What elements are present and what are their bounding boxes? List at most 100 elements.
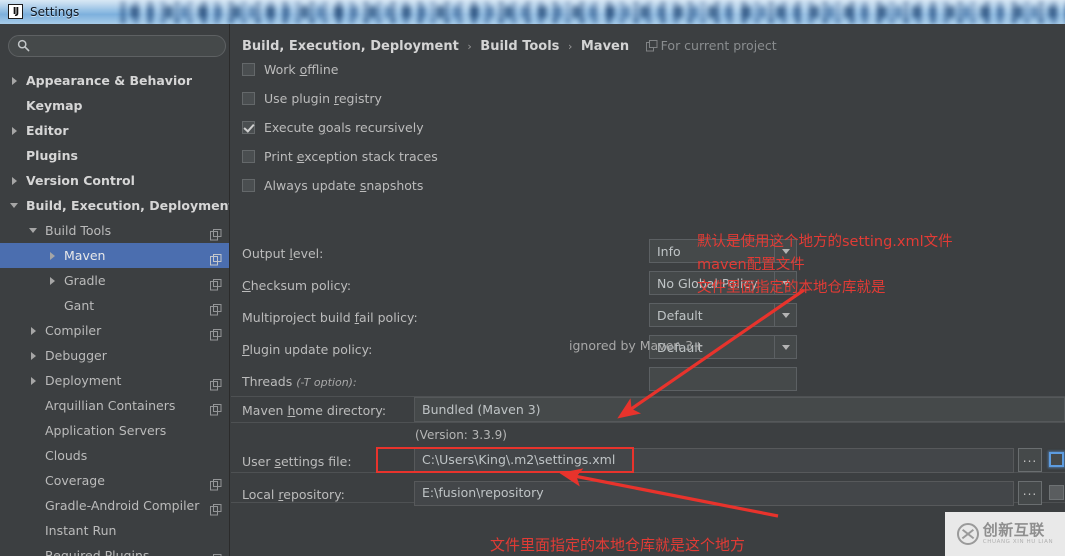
multiproject-fail-policy-value: Default [657, 307, 703, 323]
sidebar-item-label: Deployment [45, 373, 122, 388]
watermark-chinese: 创新互联 [982, 520, 1045, 539]
sidebar-item-version-control[interactable]: Version Control [0, 168, 229, 193]
sidebar-item-gradle-android-compiler[interactable]: Gradle-Android Compiler [0, 493, 229, 518]
breadcrumb-part-1[interactable]: Build, Execution, Deployment [242, 39, 459, 54]
user-settings-file-label: User settings file: [242, 454, 352, 469]
sidebar-item-label: Build, Execution, Deployment [26, 198, 230, 213]
checkbox-label: Always update snapshots [264, 178, 424, 193]
annotation-bottom-text: 文件里面指定的本地仓库就是这个地方 [490, 536, 746, 554]
copy-scope-icon [210, 474, 222, 491]
checkbox-execute-goals-recursively[interactable]: Execute goals recursively [242, 118, 424, 138]
sidebar-item-instant-run[interactable]: Instant Run [0, 518, 229, 543]
sidebar-item-label: Gradle [64, 273, 106, 288]
chevron-right-icon[interactable] [27, 318, 39, 343]
copy-scope-icon [210, 224, 222, 241]
copy-scope-icon [210, 374, 222, 391]
checkbox-use-plugin-registry[interactable]: Use plugin registry [242, 89, 382, 109]
checkbox-print-exception-stack-traces[interactable]: Print exception stack traces [242, 147, 438, 167]
maven-home-directory-combo[interactable]: Bundled (Maven 3) [414, 397, 1065, 422]
checkbox-checked-icon[interactable] [242, 121, 255, 134]
chevron-down-icon[interactable] [27, 218, 39, 243]
sidebar-item-deployment[interactable]: Deployment [0, 368, 229, 393]
breadcrumb: Build, Execution, Deployment › Build Too… [242, 38, 777, 54]
copy-scope-icon [210, 499, 222, 516]
breadcrumb-part-2[interactable]: Build Tools [480, 39, 559, 54]
chevron-right-icon[interactable] [46, 243, 58, 268]
sidebar-item-gant[interactable]: Gant [0, 293, 229, 318]
chevron-down-icon[interactable] [774, 336, 796, 358]
sidebar-item-label: Application Servers [45, 423, 167, 438]
scope-label: For current project [660, 38, 777, 53]
copy-scope-icon [210, 399, 222, 416]
multiproject-fail-policy-label: Multiproject build fail policy: [242, 310, 418, 325]
checkbox-unchecked-icon[interactable] [242, 92, 255, 105]
sidebar-item-debugger[interactable]: Debugger [0, 343, 229, 368]
sidebar-item-maven[interactable]: Maven [0, 243, 229, 268]
user-settings-override-checkbox[interactable] [1049, 452, 1064, 467]
plugin-update-policy-label: Plugin update policy: [242, 342, 373, 357]
chevron-down-icon[interactable] [8, 193, 20, 218]
sidebar-item-application-servers[interactable]: Application Servers [0, 418, 229, 443]
copy-scope-icon [645, 40, 658, 52]
chevron-right-icon[interactable] [8, 118, 20, 143]
sidebar-item-label: Plugins [26, 148, 78, 163]
chevron-right-icon[interactable] [8, 68, 20, 93]
checkbox-unchecked-icon[interactable] [242, 150, 255, 163]
sidebar-item-appearance-behavior[interactable]: Appearance & Behavior [0, 68, 229, 93]
watermark-text: 创新互联 CHUANG XIN HU LIAN [982, 520, 1054, 546]
sidebar-item-clouds[interactable]: Clouds [0, 443, 229, 468]
checkbox-unchecked-icon[interactable] [242, 63, 255, 76]
watermark: 创新互联 CHUANG XIN HU LIAN [945, 512, 1065, 556]
settings-dialog: IJ Settings Appearance & Behavior Keymap E… [0, 0, 1065, 556]
chevron-right-icon[interactable] [27, 343, 39, 368]
search-input[interactable] [8, 35, 226, 57]
sidebar-item-editor[interactable]: Editor [0, 118, 229, 143]
sidebar-item-coverage[interactable]: Coverage [0, 468, 229, 493]
chevron-right-icon[interactable] [46, 268, 58, 293]
sidebar-item-keymap[interactable]: Keymap [0, 93, 229, 118]
settings-category-tree[interactable]: Appearance & Behavior Keymap Editor Plugins… [0, 68, 230, 556]
sidebar-item-label: Clouds [45, 448, 88, 463]
sidebar-item-compiler[interactable]: Compiler [0, 318, 229, 343]
maven-version-text: (Version: 3.3.9) [415, 428, 507, 442]
sidebar-item-label: Coverage [45, 473, 105, 488]
chevron-right-icon[interactable] [27, 368, 39, 393]
sidebar-search[interactable] [8, 35, 226, 57]
local-repository-browse-button[interactable]: ... [1018, 481, 1042, 505]
checkbox-work-offline[interactable]: Work offline [242, 60, 338, 80]
checkbox-label: Execute goals recursively [264, 120, 424, 135]
breadcrumb-separator-icon-2: › [567, 40, 573, 53]
scope-indicator: For current project [645, 38, 777, 53]
breadcrumb-part-3[interactable]: Maven [581, 39, 629, 54]
threads-input[interactable] [649, 367, 797, 391]
settings-sidebar: Appearance & Behavior Keymap Editor Plugins… [0, 24, 230, 556]
chevron-down-icon[interactable] [774, 304, 796, 326]
checkbox-unchecked-icon[interactable] [242, 179, 255, 192]
intellij-idea-icon: IJ [8, 4, 23, 19]
multiproject-fail-policy-dropdown[interactable]: Default [649, 303, 797, 327]
maven-home-directory-label: Maven home directory: [242, 403, 387, 418]
checkbox-always-update-snapshots[interactable]: Always update snapshots [242, 176, 423, 196]
chevron-right-icon[interactable] [8, 168, 20, 193]
sidebar-item-build-tools[interactable]: Build Tools [0, 218, 229, 243]
annotation-line-3: 文件里面指定的本地仓库就是 [697, 280, 886, 296]
search-icon [17, 39, 30, 52]
sidebar-item-label: Editor [26, 123, 69, 138]
window-title: Settings [30, 5, 80, 19]
breadcrumb-separator-icon: › [467, 40, 472, 53]
sidebar-item-arquillian-containers[interactable]: Arquillian Containers [0, 393, 229, 418]
sidebar-item-label: Keymap [26, 98, 83, 113]
user-settings-browse-button[interactable]: ... [1018, 448, 1042, 472]
sidebar-item-plugins[interactable]: Plugins [0, 143, 229, 168]
sidebar-item-label: Version Control [26, 173, 135, 188]
sidebar-item-gradle[interactable]: Gradle [0, 268, 229, 293]
threads-label: Threads (-T option): [242, 374, 357, 389]
checkbox-label: Use plugin registry [264, 91, 382, 106]
sidebar-item-required-plugins[interactable]: Required Plugins [0, 543, 229, 556]
checksum-policy-label: Checksum policy: [242, 278, 352, 293]
sidebar-item-build-execution-deployment[interactable]: Build, Execution, Deployment [0, 193, 230, 218]
local-repository-override-checkbox[interactable] [1049, 485, 1064, 500]
watermark-pinyin: CHUANG XIN HU LIAN [982, 538, 1054, 545]
sidebar-item-label: Compiler [45, 323, 102, 338]
local-repository-input[interactable]: E:\fusion\repository [414, 481, 1014, 506]
